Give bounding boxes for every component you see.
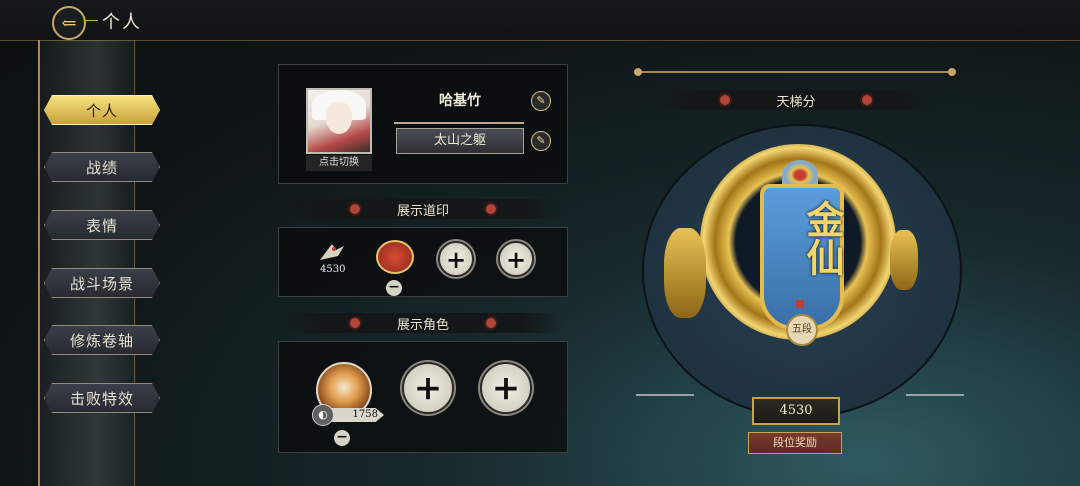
phoenix-seal-icon[interactable] — [316, 240, 348, 264]
add-seal-button-2[interactable]: + — [498, 241, 534, 277]
decorative-line — [638, 71, 952, 73]
seal-count: 4530 — [320, 264, 346, 275]
ornament-icon — [862, 95, 872, 105]
ornament-icon — [486, 204, 496, 214]
edit-title-button[interactable]: ✎ — [531, 131, 551, 151]
back-button[interactable]: ⇐ — [52, 6, 86, 40]
page-title: 个人 — [102, 12, 142, 33]
avatar[interactable] — [306, 88, 372, 154]
title-underline — [394, 122, 524, 124]
pencil-icon: ✎ — [536, 94, 546, 107]
character-section-header: 展示角色 — [282, 313, 564, 333]
sidebar-item-personal[interactable]: 个人 — [44, 95, 160, 125]
sidebar-item-scroll[interactable]: 修炼卷轴 — [44, 325, 160, 355]
seal-section-title: 展示道印 — [396, 203, 449, 219]
remove-character-button[interactable]: − — [334, 430, 350, 446]
ornament-icon — [720, 95, 730, 105]
rank-name: 金仙 — [800, 200, 845, 276]
title-divider — [84, 20, 98, 21]
decorative-dot — [634, 68, 642, 76]
ladder-section-header: 天梯分 — [656, 90, 936, 110]
sidebar-item-battle-scene[interactable]: 战斗场景 — [44, 268, 160, 298]
stand-line-right — [906, 394, 964, 396]
sidebar-item-defeat-effect[interactable]: 击败特效 — [44, 383, 160, 413]
character-section-title: 展示角色 — [396, 317, 449, 333]
add-character-button-2[interactable]: + — [480, 362, 532, 414]
stand-line-left — [636, 394, 694, 396]
ornament-icon — [486, 318, 496, 328]
character-level-tag: 1758 — [328, 408, 384, 422]
player-name: 哈基竹 — [439, 93, 481, 109]
sidebar-item-record[interactable]: 战绩 — [44, 152, 160, 182]
seal-section-header: 展示道印 — [282, 199, 564, 219]
tap-to-switch-label: 点击切换 — [306, 155, 372, 171]
edit-name-button[interactable]: ✎ — [531, 91, 551, 111]
seal-item-red[interactable] — [376, 240, 414, 274]
dragon-claw-left — [664, 228, 706, 318]
decorative-dot — [948, 68, 956, 76]
player-title: 太山之躯 — [396, 128, 524, 154]
avatar-face — [326, 102, 352, 134]
ornament-icon — [350, 318, 360, 328]
character-class-badge: ◐ — [312, 404, 334, 426]
ornament-icon — [350, 204, 360, 214]
ladder-score: 4530 — [752, 397, 840, 425]
pencil-icon: ✎ — [536, 134, 546, 147]
add-seal-button-1[interactable]: + — [438, 241, 474, 277]
add-character-button-1[interactable]: + — [402, 362, 454, 414]
sidebar-rail — [38, 40, 40, 486]
back-arrow-icon: ⇐ — [61, 12, 77, 34]
dragon-claw-right — [890, 230, 918, 290]
remove-seal-button[interactable]: − — [386, 280, 402, 296]
top-bar — [0, 0, 1080, 41]
rank-reward-button[interactable]: 段位奖励 — [748, 432, 842, 454]
ladder-title: 天梯分 — [776, 94, 816, 110]
rank-gem — [796, 300, 804, 308]
rank-tier: 五段 — [786, 314, 818, 346]
sidebar-item-emote[interactable]: 表情 — [44, 210, 160, 240]
